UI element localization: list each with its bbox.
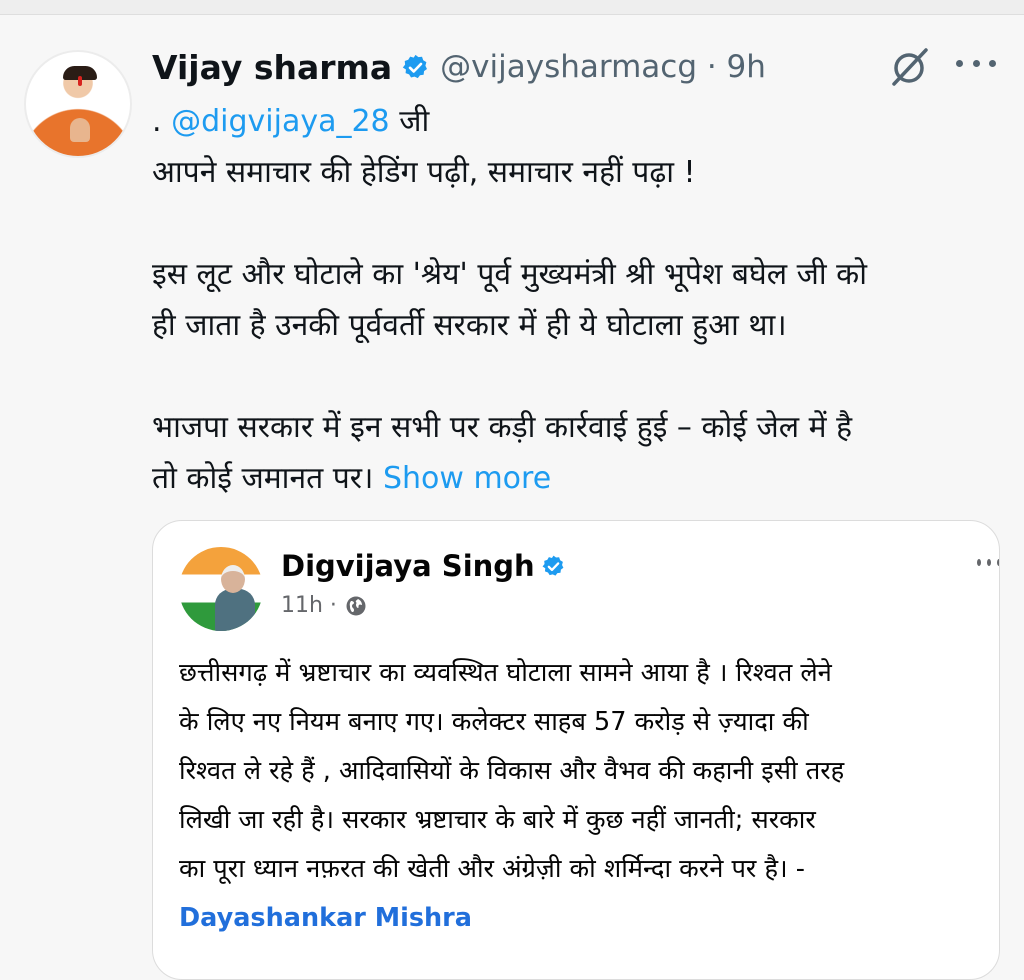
verified-icon [542, 555, 564, 576]
tweet-line: ही जाता है उनकी पूर्ववर्ती सरकार में ही … [152, 308, 787, 343]
quoted-source-author[interactable]: Dayashankar Mishra [179, 894, 999, 943]
avatar-head [221, 565, 245, 593]
quoted-post-text: छत्तीसगढ़ में भ्रष्टाचार का व्यवस्थित घो… [179, 649, 999, 943]
quoted-line: रिश्वत ले रहे हैं , आदिवासियों के विकास … [179, 756, 845, 786]
quoted-post-card[interactable]: Digvijaya Singh 11h · छत्तीसगढ़ में भ्रष… [152, 520, 1000, 980]
more-icon[interactable] [977, 559, 999, 569]
quoted-line: छत्तीसगढ़ में भ्रष्टाचार का व्यवस्थित घो… [179, 658, 832, 688]
avatar-body [215, 589, 255, 631]
grok-icon[interactable] [884, 44, 934, 90]
more-dot [997, 559, 999, 566]
tweet-line-last: तो कोई जमानत पर। Show more [152, 453, 1012, 504]
mention-line: . @digvijaya_28 जी [152, 96, 1012, 147]
tweet-line: आपने समाचार की हेडिंग पढ़ी, समाचार नहीं … [152, 155, 696, 190]
more-dot [972, 60, 980, 67]
mention-suffix: जी [399, 104, 430, 139]
avatar-hands [70, 118, 90, 142]
more-dot [987, 559, 991, 566]
quoted-post-time[interactable]: 11h · [281, 593, 337, 618]
globe-icon [346, 596, 366, 615]
quoted-line: का पूरा ध्यान नफ़रत की खेती और अंग्रेज़ी… [179, 854, 805, 884]
top-divider [0, 0, 1024, 15]
author-handle-time[interactable]: @vijaysharmacg · 9h [440, 49, 766, 85]
author-avatar[interactable] [24, 50, 132, 158]
more-dot [956, 60, 963, 67]
quoted-author-name-row: Digvijaya Singh [281, 549, 566, 583]
quoted-post-meta: 11h · [281, 593, 367, 618]
tweet-header: Vijay sharma @vijaysharmacg · 9h [152, 42, 766, 92]
avatar-tilak [78, 76, 82, 86]
tweet-line: भाजपा सरकार में इन सभी पर कड़ी कार्रवाई … [152, 410, 853, 445]
mention-prefix: . [152, 104, 162, 139]
quoted-line: लिखी जा रही है। सरकार भ्रष्टाचार के बारे… [179, 805, 816, 835]
quoted-author-name[interactable]: Digvijaya Singh [281, 549, 535, 583]
quoted-line: के लिए नए नियम बनाए गए। कलेक्टर साहब 57 … [179, 707, 809, 737]
verified-icon [402, 54, 428, 78]
quoted-author-avatar[interactable] [179, 547, 263, 631]
more-icon[interactable] [956, 60, 996, 72]
show-more-link[interactable]: Show more [383, 461, 551, 496]
mention-link[interactable]: @digvijaya_28 [171, 104, 390, 139]
author-name[interactable]: Vijay sharma [152, 48, 392, 87]
more-dot [977, 559, 981, 566]
tweet-line: तो कोई जमानत पर। [152, 461, 374, 496]
more-dot [989, 60, 996, 67]
tweet-text: . @digvijaya_28 जी आपने समाचार की हेडिंग… [152, 96, 1012, 504]
tweet-line: इस लूट और घोटाले का 'श्रेय' पूर्व मुख्यम… [152, 257, 867, 292]
